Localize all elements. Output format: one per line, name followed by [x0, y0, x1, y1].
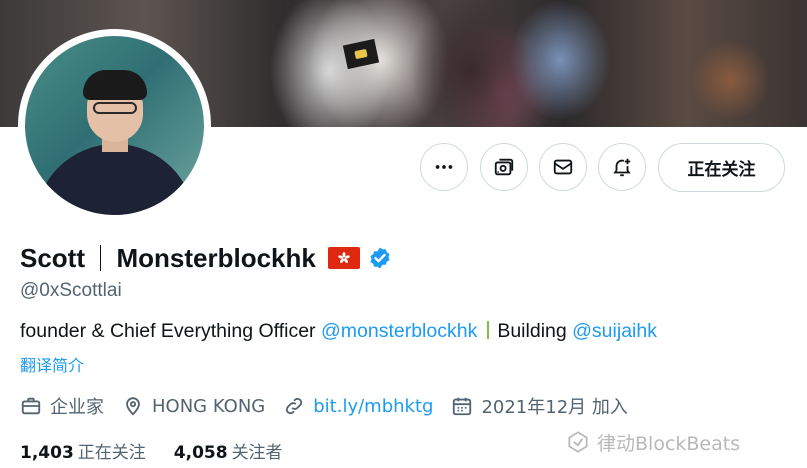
- meta-location-text: HONG KONG: [152, 395, 266, 417]
- subscriptions-button[interactable]: [480, 143, 528, 191]
- display-name-second: Monsterblockhk: [116, 242, 316, 273]
- bio-mention-suijaihk[interactable]: @suijaihk: [572, 320, 657, 342]
- bio-mention-monsterblockhk[interactable]: @monsterblockhk: [321, 320, 477, 342]
- following-button[interactable]: 正在关注: [658, 143, 785, 192]
- banner-sign: [342, 38, 380, 70]
- avatar-glasses: [93, 102, 137, 114]
- user-handle: @0xScottlai: [20, 280, 122, 301]
- following-label: 正在关注: [77, 442, 146, 463]
- display-name: Scott Monsterblockhk: [20, 243, 316, 274]
- avatar[interactable]: [25, 36, 204, 215]
- display-name-row: Scott Monsterblockhk: [20, 238, 392, 278]
- meta-category: 企业家: [20, 393, 104, 419]
- notify-button[interactable]: [598, 143, 646, 191]
- location-pin-icon: [126, 397, 140, 416]
- watermark-text: 律动BlockBeats: [597, 432, 741, 455]
- verified-badge-icon[interactable]: [368, 246, 392, 270]
- avatar-shoulders: [35, 144, 195, 215]
- following-count: 1,403: [20, 442, 74, 463]
- display-name-first: Scott: [20, 242, 85, 273]
- subscriptions-icon: [494, 158, 514, 176]
- follow-stats: 1,403 正在关注 4,058 关注者: [20, 437, 311, 463]
- following-stat[interactable]: 1,403 正在关注: [20, 438, 146, 463]
- message-button[interactable]: [539, 143, 587, 191]
- bio-text-1: founder & Chief Everything Officer: [20, 320, 321, 342]
- more-horizontal-icon: [435, 165, 453, 169]
- following-button-label: 正在关注: [687, 160, 756, 180]
- watermark-logo-icon: [568, 431, 588, 453]
- followers-label: 关注者: [231, 442, 283, 463]
- meta-joined-text: 2021年12月 加入: [481, 397, 628, 418]
- more-button[interactable]: [420, 143, 468, 191]
- profile-bio: founder & Chief Everything Officer @mons…: [20, 320, 657, 343]
- meta-joined: 2021年12月 加入: [451, 393, 628, 419]
- briefcase-icon: [21, 397, 41, 415]
- translate-bio-link[interactable]: 翻译简介: [20, 352, 84, 376]
- meta-category-text: 企业家: [50, 397, 104, 418]
- meta-location: HONG KONG: [122, 395, 265, 417]
- calendar-icon: [453, 397, 472, 416]
- followers-stat[interactable]: 4,058 关注者: [174, 438, 283, 463]
- envelope-icon: [553, 159, 573, 175]
- meta-website-link[interactable]: bit.ly/mbhktg: [313, 396, 433, 417]
- bio-text-2: Building: [497, 320, 573, 342]
- bio-separator: [487, 321, 490, 339]
- avatar-hair: [83, 70, 147, 100]
- bell-plus-icon: [613, 158, 631, 177]
- meta-website[interactable]: bit.ly/mbhktg: [283, 395, 433, 417]
- hong-kong-flag-icon: [327, 247, 360, 269]
- name-divider: [100, 244, 102, 271]
- link-icon: [286, 397, 303, 415]
- profile-meta: 企业家 HONG KONG bit.ly/mbhktg 2021年12月 加入: [20, 393, 646, 419]
- followers-count: 4,058: [173, 442, 228, 463]
- watermark: 律动BlockBeats: [565, 428, 740, 456]
